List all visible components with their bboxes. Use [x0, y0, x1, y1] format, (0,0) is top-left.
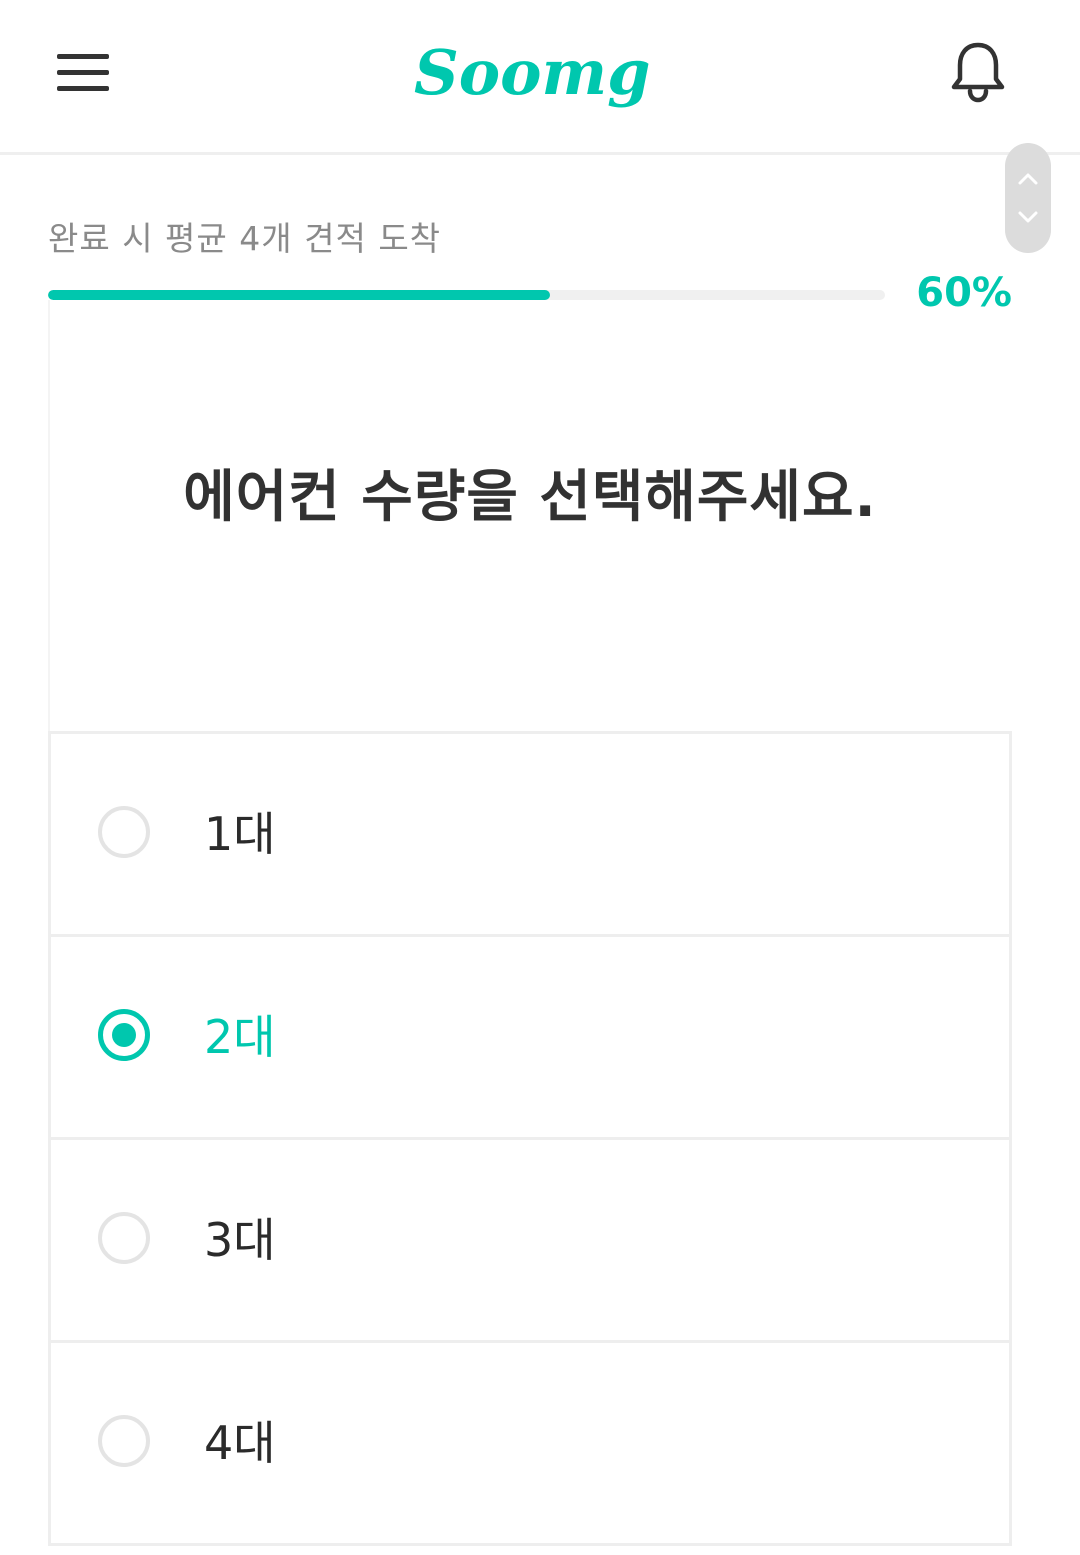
- progress-bar: [48, 290, 885, 300]
- option-label: 3대: [204, 1213, 276, 1267]
- soomgo-logo[interactable]: Soomgo: [410, 28, 692, 120]
- scroll-control: [1005, 143, 1051, 253]
- hamburger-menu-icon: [57, 54, 109, 91]
- logo-text: Soomgo: [414, 36, 650, 109]
- scroll-down-button[interactable]: [1005, 197, 1051, 237]
- chevron-up-icon: [1018, 173, 1038, 185]
- progress-percent: 60%: [916, 270, 1012, 316]
- question-title: 에어컨 수량을 선택해주세요.: [183, 465, 877, 530]
- progress-bar-fill: [48, 290, 551, 300]
- notification-bell-icon: [951, 42, 1005, 103]
- radio-button[interactable]: [98, 1415, 150, 1467]
- app-header: Soomgo: [0, 0, 1080, 155]
- radio-button[interactable]: [98, 1212, 150, 1264]
- radio-button[interactable]: [98, 806, 150, 858]
- option-item-4[interactable]: 4대: [51, 1343, 1009, 1546]
- scroll-up-button[interactable]: [1005, 159, 1051, 199]
- option-list: 1대 2대 3대 4대: [48, 731, 1012, 1546]
- option-item-2[interactable]: 2대: [51, 937, 1009, 1140]
- option-item-3[interactable]: 3대: [51, 1140, 1009, 1343]
- option-label: 1대: [204, 807, 276, 861]
- option-label: 2대: [204, 1010, 276, 1064]
- option-item-1[interactable]: 1대: [51, 734, 1009, 937]
- notification-button[interactable]: [940, 34, 1016, 110]
- progress-caption: 완료 시 평균 4개 견적 도착: [48, 219, 442, 258]
- option-label: 4대: [204, 1416, 276, 1470]
- menu-button[interactable]: [48, 38, 118, 108]
- radio-button[interactable]: [98, 1009, 150, 1061]
- chevron-down-icon: [1018, 211, 1038, 223]
